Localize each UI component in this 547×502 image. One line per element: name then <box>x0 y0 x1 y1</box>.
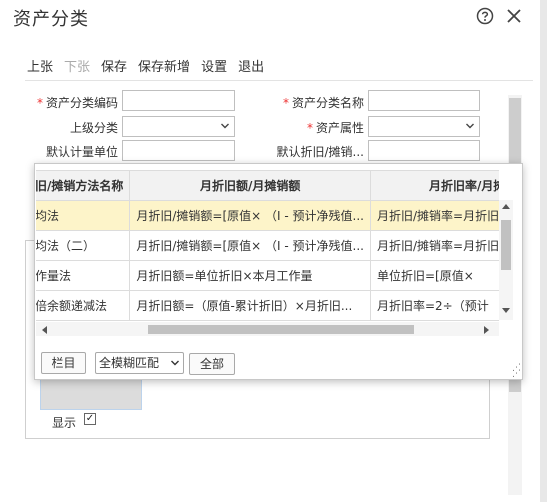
code-input[interactable] <box>122 90 235 111</box>
cell-monthly-amount: 月折旧额=（原值-累计折旧）×月折旧... <box>129 290 371 321</box>
exit-button[interactable]: 退出 <box>238 56 264 76</box>
save-button[interactable]: 保存 <box>101 56 127 76</box>
parent-select[interactable] <box>122 116 235 137</box>
scroll-up-arrow-icon[interactable] <box>502 203 510 209</box>
toolbar: 上张 下张 保存 保存新增 设置 退出 <box>27 56 275 76</box>
chevron-down-icon <box>466 123 474 129</box>
dialog-title: 资产分类 <box>13 9 89 30</box>
columns-button[interactable]: 栏目 <box>41 352 86 374</box>
unit-label: 默认计量单位 <box>45 145 118 159</box>
cell-monthly-rate: 月折旧率=2÷（预计 <box>369 290 499 321</box>
match-mode-select[interactable]: 全模糊匹配 <box>95 352 184 374</box>
column-header-method-name[interactable]: 折旧/摊销方法名称 <box>36 170 131 201</box>
prev-record-button[interactable]: 上张 <box>27 56 53 76</box>
name-label: * 资产分类名称 <box>282 96 364 110</box>
grid-vertical-thumb[interactable] <box>501 220 511 270</box>
save-and-new-button[interactable]: 保存新增 <box>138 56 190 76</box>
cell-method-name: 平均法 <box>36 200 131 231</box>
method-dropdown-popup: 折旧/摊销方法名称 月折旧额/月摊销额 月折旧率/月摊销率 平均法 月折旧/摊销… <box>34 163 523 380</box>
name-input[interactable] <box>368 90 480 111</box>
cell-monthly-amount: 月折旧额=单位折旧×本月工作量 <box>129 260 371 291</box>
settings-button[interactable]: 设置 <box>201 56 227 76</box>
method-grid: 折旧/摊销方法名称 月折旧额/月摊销额 月折旧率/月摊销率 平均法 月折旧/摊销… <box>36 170 499 327</box>
asset-category-dialog: 资产分类 上张 下张 保存 保存新增 设置 退出 * 资产分类编码 * 资产分类名称… <box>0 0 547 502</box>
scroll-down-arrow-icon[interactable] <box>502 308 510 314</box>
scroll-right-arrow-icon[interactable] <box>484 326 490 334</box>
table-row[interactable]: 平均法 月折旧/摊销额=[原值× （I - 预计净残值... 月折旧/摊销率=月… <box>36 200 499 231</box>
cell-method-name: 平均法（二） <box>36 230 131 261</box>
method-table: 折旧/摊销方法名称 月折旧额/月摊销额 月折旧率/月摊销率 平均法 月折旧/摊销… <box>36 170 499 321</box>
all-button[interactable]: 全部 <box>189 353 235 375</box>
unit-select[interactable] <box>122 140 235 161</box>
show-label: 显示 <box>52 416 77 430</box>
close-icon[interactable] <box>505 7 523 25</box>
window-edge <box>540 0 547 502</box>
cell-monthly-amount: 月折旧/摊销额=[原值× （I - 预计净残值... <box>129 230 371 261</box>
column-header-monthly-amount[interactable]: 月折旧额/月摊销额 <box>129 170 371 201</box>
code-label: * 资产分类编码 <box>36 96 118 110</box>
toolbar-divider <box>25 80 533 81</box>
grid-vertical-scrollbar[interactable] <box>499 200 513 320</box>
table-row[interactable]: 双倍余额递减法 月折旧额=（原值-累计折旧）×月折旧... 月折旧率=2÷（预计 <box>36 290 499 321</box>
table-row[interactable]: 平均法（二） 月折旧/摊销额=[原值× （I - 预计净残值... 月折旧/摊销… <box>36 230 499 261</box>
method-select[interactable] <box>368 140 480 161</box>
content-scrollbar-thumb-lower <box>509 380 521 392</box>
scroll-left-arrow-icon[interactable] <box>41 326 47 334</box>
dialog-titlebar: 资产分类 <box>0 0 547 34</box>
cell-monthly-rate: 月折旧/摊销率=月折旧额÷ <box>369 200 499 231</box>
grid-horizontal-scrollbar[interactable] <box>36 322 499 336</box>
table-row[interactable]: 工作量法 月折旧额=单位折旧×本月工作量 单位折旧=[原值× <box>36 260 499 291</box>
chevron-down-icon <box>221 123 229 129</box>
parent-label: 上级分类 <box>69 121 118 135</box>
cell-monthly-rate: 月折旧/摊销率=月折旧额÷ <box>369 230 499 261</box>
attr-label: * 资产属性 <box>306 121 364 135</box>
cell-monthly-amount: 月折旧/摊销额=[原值× （I - 预计净残值... <box>129 200 371 231</box>
chevron-down-icon <box>171 360 179 366</box>
table-header-row: 折旧/摊销方法名称 月折旧额/月摊销额 月折旧率/月摊销率 <box>36 170 499 201</box>
next-record-button[interactable]: 下张 <box>64 56 90 76</box>
column-header-monthly-rate[interactable]: 月折旧率/月摊销率 <box>369 170 499 201</box>
help-icon[interactable] <box>476 7 494 25</box>
attr-select[interactable] <box>368 116 480 137</box>
cell-method-name: 工作量法 <box>36 260 131 291</box>
grid-horizontal-thumb[interactable] <box>148 325 414 334</box>
cell-monthly-rate: 单位折旧=[原值× <box>369 260 499 291</box>
resize-grip-icon[interactable]: ⋰ ⋰ <box>512 364 521 379</box>
method-label: 默认折旧/摊销... <box>276 145 365 159</box>
match-mode-value: 全模糊匹配 <box>99 356 160 370</box>
show-checkbox[interactable]: ✓ <box>84 413 96 425</box>
cell-method-name: 双倍余额递减法 <box>36 290 131 321</box>
